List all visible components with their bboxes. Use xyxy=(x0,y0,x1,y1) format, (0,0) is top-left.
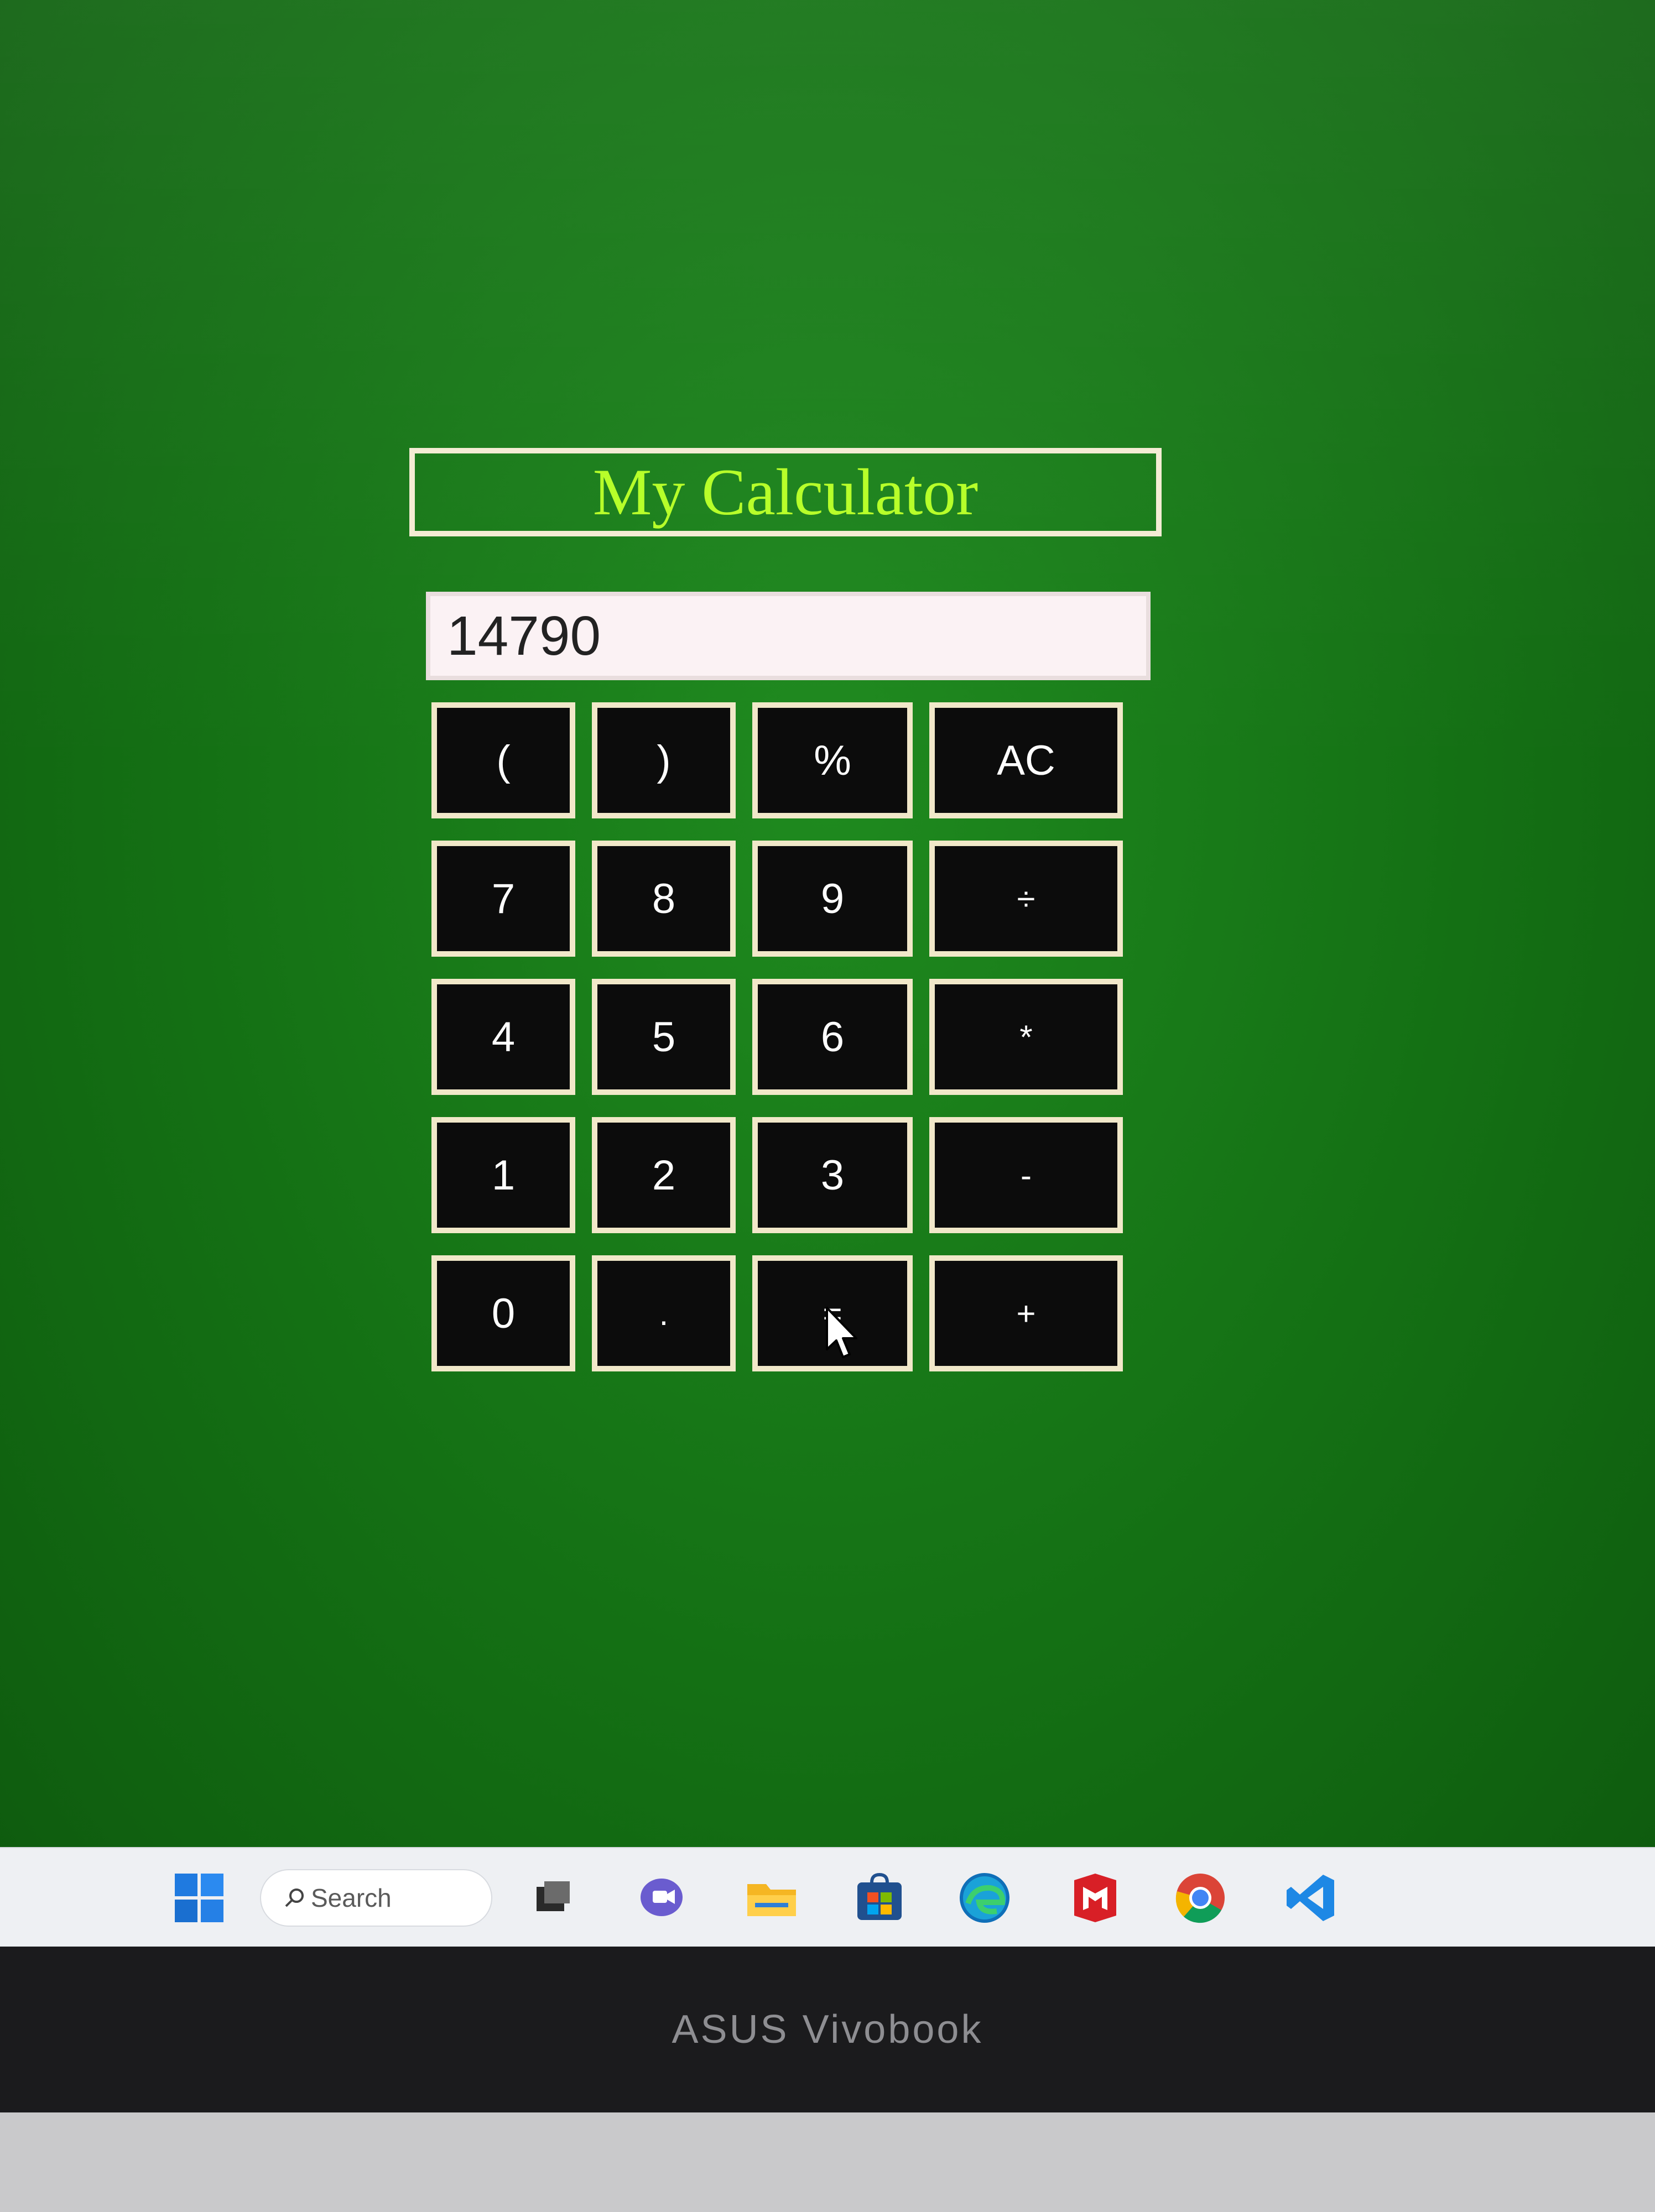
keypad: ()%AC789÷456*123-0.=+ xyxy=(431,702,1145,1371)
subtract-button[interactable]: - xyxy=(929,1117,1123,1233)
file-explorer-icon[interactable] xyxy=(744,1870,799,1926)
mouse-pointer-icon xyxy=(826,1307,857,1358)
search-label: Search xyxy=(311,1884,392,1912)
digit-8-button[interactable]: 8 xyxy=(592,841,736,957)
add-button[interactable]: + xyxy=(929,1255,1123,1371)
chrome-icon[interactable] xyxy=(1173,1870,1228,1926)
multiply-button[interactable]: * xyxy=(929,979,1123,1095)
search-icon xyxy=(285,1888,304,1907)
digit-0-button[interactable]: 0 xyxy=(431,1255,575,1371)
digit-4-button[interactable]: 4 xyxy=(431,979,575,1095)
taskbar-search-box[interactable]: Search xyxy=(260,1869,492,1927)
laptop-brand-label: ASUS Vivobook xyxy=(672,2007,983,2052)
digit-6-button[interactable]: 6 xyxy=(752,979,913,1095)
decimal-button[interactable]: . xyxy=(592,1255,736,1371)
open-paren-button[interactable]: ( xyxy=(431,702,575,818)
digit-3-button[interactable]: 3 xyxy=(752,1117,913,1233)
laptop-base xyxy=(0,2112,1655,2212)
calculator-title: My Calculator xyxy=(592,455,979,529)
digit-9-button[interactable]: 9 xyxy=(752,841,913,957)
all-clear-button[interactable]: AC xyxy=(929,702,1123,818)
calculator-display[interactable]: 14790 xyxy=(426,592,1151,680)
mcafee-icon[interactable] xyxy=(1068,1870,1123,1926)
digit-1-button[interactable]: 1 xyxy=(431,1117,575,1233)
calculator-title-box: My Calculator xyxy=(409,448,1162,536)
vscode-icon[interactable] xyxy=(1283,1870,1339,1926)
store-icon[interactable] xyxy=(852,1870,907,1926)
edge-icon[interactable] xyxy=(957,1870,1012,1926)
percent-button[interactable]: % xyxy=(752,702,913,818)
chat-icon[interactable] xyxy=(636,1870,691,1926)
close-paren-button[interactable]: ) xyxy=(592,702,736,818)
windows-start-icon[interactable] xyxy=(171,1870,227,1926)
digit-7-button[interactable]: 7 xyxy=(431,841,575,957)
digit-5-button[interactable]: 5 xyxy=(592,979,736,1095)
task-view-icon[interactable] xyxy=(525,1870,581,1926)
laptop-bezel: ASUS Vivobook xyxy=(0,1947,1655,2112)
divide-button[interactable]: ÷ xyxy=(929,841,1123,957)
digit-2-button[interactable]: 2 xyxy=(592,1117,736,1233)
windows-taskbar: Search xyxy=(0,1847,1655,1947)
monitor-screen: My Calculator 14790 ()%AC789÷456*123-0.=… xyxy=(0,0,1655,1947)
